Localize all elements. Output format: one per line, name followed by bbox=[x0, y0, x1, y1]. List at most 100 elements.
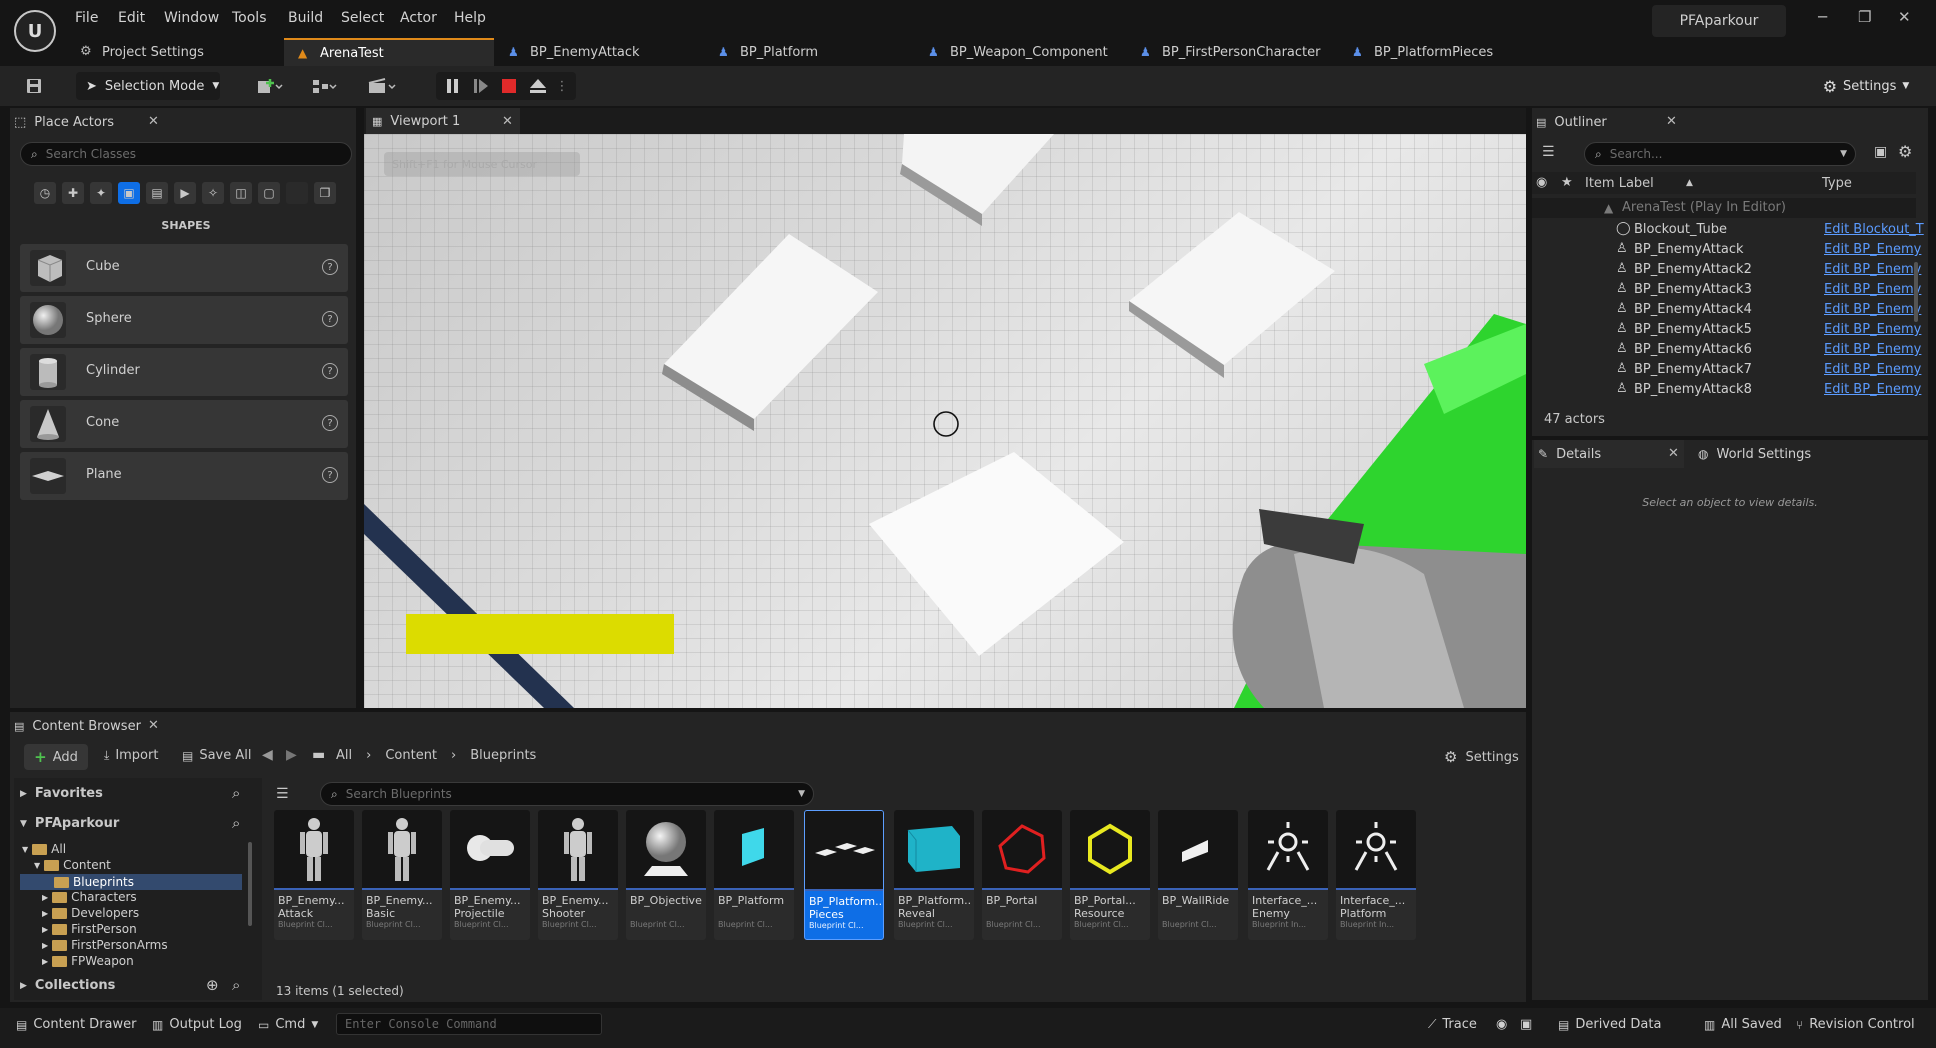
minimize-icon[interactable]: ─ bbox=[1818, 8, 1827, 26]
lights-icon[interactable]: ✦ bbox=[90, 182, 112, 204]
output-log-button[interactable]: ▥ Output Log bbox=[152, 1017, 242, 1032]
help-icon[interactable]: ? bbox=[322, 311, 338, 327]
shape-cone[interactable]: Cone ? bbox=[20, 400, 348, 448]
filter-icon[interactable]: ☰ bbox=[276, 786, 289, 802]
asset-tile[interactable]: BP_Portal Blueprint Cl... bbox=[982, 810, 1062, 940]
edit-type-link[interactable]: Edit BP_Enemy bbox=[1824, 342, 1921, 357]
tree-item-blueprints[interactable]: Blueprints bbox=[20, 874, 242, 890]
asset-tile[interactable]: BP_Enemy... Basic Blueprint Cl... bbox=[362, 810, 442, 940]
edit-type-link[interactable]: Edit BP_Enemy bbox=[1824, 302, 1921, 317]
tree-item-fpweapon[interactable]: ▶ FPWeapon bbox=[42, 954, 134, 968]
edit-type-link[interactable]: Edit BP_Enemy bbox=[1824, 262, 1921, 277]
world-settings-tab[interactable]: ◍ World Settings bbox=[1698, 440, 1848, 468]
outliner-search-input[interactable]: ⌕ Search... ▼ bbox=[1584, 142, 1856, 166]
save-icon[interactable] bbox=[20, 72, 48, 100]
close-icon[interactable]: ✕ bbox=[1666, 114, 1677, 129]
tree-item-firstpersonarms[interactable]: ▶ FirstPersonArms bbox=[42, 938, 168, 952]
search-blueprints-input[interactable]: ⌕ Search Blueprints ▼ bbox=[320, 782, 814, 806]
tree-item-characters[interactable]: ▶ Characters bbox=[42, 890, 137, 904]
settings-button[interactable]: ⚙ Settings ▼ bbox=[1816, 72, 1916, 100]
maximize-icon[interactable]: ❐ bbox=[1858, 8, 1871, 26]
asset-tile[interactable]: Interface_... Platform Blueprint In... bbox=[1336, 810, 1416, 940]
add-collection-icon[interactable]: ⊕ bbox=[206, 976, 219, 994]
menu-actor[interactable]: Actor bbox=[400, 10, 437, 26]
more-options-icon[interactable]: ⋮ bbox=[554, 72, 570, 100]
cinematics-icon[interactable] bbox=[360, 72, 404, 100]
tree-item-all[interactable]: ▼ All bbox=[22, 842, 66, 856]
cinematic-icon[interactable]: ▤ bbox=[146, 182, 168, 204]
eject-icon[interactable] bbox=[526, 72, 550, 100]
screenshot-icon[interactable]: ▣ bbox=[1520, 1017, 1532, 1032]
gear-icon[interactable]: ⚙ bbox=[1898, 142, 1912, 161]
menu-edit[interactable]: Edit bbox=[118, 10, 145, 26]
console-command-input[interactable]: Enter Console Command bbox=[336, 1013, 602, 1035]
close-icon[interactable]: ✕ bbox=[148, 718, 159, 733]
trace-button[interactable]: ⟋ Trace bbox=[1428, 1017, 1477, 1032]
tab-bp-platform[interactable]: ♟ BP_Platform bbox=[704, 38, 914, 66]
menu-help[interactable]: Help bbox=[454, 10, 486, 26]
edit-type-link[interactable]: Edit Blockout_T bbox=[1824, 222, 1924, 237]
add-folder-icon[interactable]: ▣ bbox=[1874, 144, 1887, 160]
tab-bp-enemyattack[interactable]: ♟ BP_EnemyAttack bbox=[494, 38, 704, 66]
add-actor-icon[interactable] bbox=[250, 72, 290, 100]
all-classes-icon[interactable]: ▢ bbox=[258, 182, 280, 204]
asset-tile[interactable]: BP_Platform Blueprint Cl... bbox=[714, 810, 794, 940]
derived-data-button[interactable]: ▤ Derived Data bbox=[1558, 1017, 1661, 1032]
geometry-icon[interactable]: ✧ bbox=[202, 182, 224, 204]
tree-item-content[interactable]: ▼ Content bbox=[34, 858, 111, 872]
search-icon[interactable]: ⌕ bbox=[232, 976, 240, 994]
column-type[interactable]: Type bbox=[1822, 176, 1852, 191]
tab-bp-firstpersoncharacter[interactable]: ♟ BP_FirstPersonCharacter bbox=[1126, 38, 1338, 66]
asset-tile[interactable]: BP_Enemy... Shooter Blueprint Cl... bbox=[538, 810, 618, 940]
edit-type-link[interactable]: Edit BP_Enemy bbox=[1824, 282, 1921, 297]
visibility-icon[interactable]: ◉ bbox=[1536, 175, 1547, 190]
favorites-category-icon[interactable]: ❐ bbox=[314, 182, 336, 204]
empty-slot-icon[interactable] bbox=[286, 182, 308, 204]
close-icon[interactable]: ✕ bbox=[1668, 446, 1679, 461]
outliner-scrollbar[interactable] bbox=[1914, 262, 1918, 322]
outliner-tab[interactable]: ▤ Outliner bbox=[1536, 108, 1676, 136]
edit-type-link[interactable]: Edit BP_Enemy bbox=[1824, 322, 1921, 337]
search-icon[interactable]: ⌕ bbox=[232, 814, 240, 832]
shape-plane[interactable]: Plane ? bbox=[20, 452, 348, 500]
asset-tile[interactable]: BP_Platform... Reveal Blueprint Cl... bbox=[894, 810, 974, 940]
edit-type-link[interactable]: Edit BP_Enemy bbox=[1824, 362, 1921, 377]
skip-frame-icon[interactable] bbox=[470, 72, 492, 100]
project-section[interactable]: ▼ PFAparkour bbox=[20, 816, 119, 831]
level-viewport[interactable]: Shift+F1 for Mouse Cursor bbox=[364, 134, 1526, 708]
close-window-icon[interactable]: ✕ bbox=[1898, 8, 1911, 26]
record-icon[interactable]: ◉ bbox=[1496, 1017, 1507, 1032]
favorites-section[interactable]: ▶ Favorites bbox=[20, 786, 103, 801]
help-icon[interactable]: ? bbox=[322, 467, 338, 483]
visual-effects-icon[interactable]: ▶ bbox=[174, 182, 196, 204]
blueprint-menu-icon[interactable] bbox=[304, 72, 344, 100]
shapes-icon[interactable]: ▣ bbox=[118, 182, 140, 204]
edit-type-link[interactable]: Edit BP_Enemy bbox=[1824, 382, 1921, 397]
volumes-icon[interactable]: ◫ bbox=[230, 182, 252, 204]
collections-section[interactable]: ▶ Collections bbox=[20, 978, 115, 993]
breadcrumb-blueprints[interactable]: Blueprints bbox=[470, 748, 536, 763]
filter-icon[interactable]: ☰ bbox=[1542, 144, 1555, 160]
revision-control-button[interactable]: ⑂ Revision Control bbox=[1796, 1017, 1915, 1032]
asset-tile[interactable]: BP_WallRide Blueprint Cl... bbox=[1158, 810, 1238, 940]
shape-cylinder[interactable]: Cylinder ? bbox=[20, 348, 348, 396]
stop-icon[interactable] bbox=[498, 72, 520, 100]
recent-icon[interactable]: ◷ bbox=[34, 182, 56, 204]
tab-bp-platformpieces[interactable]: ♟ BP_PlatformPieces bbox=[1338, 38, 1538, 66]
details-tab[interactable]: ✎ Details bbox=[1534, 440, 1684, 468]
asset-tile[interactable]: BP_Objective Blueprint Cl... bbox=[626, 810, 706, 940]
edit-type-link[interactable]: Edit BP_Enemy bbox=[1824, 242, 1921, 257]
content-browser-tab[interactable]: ▤ Content Browser bbox=[14, 712, 164, 740]
import-button[interactable]: ⤓ Import bbox=[104, 748, 158, 763]
help-icon[interactable]: ? bbox=[322, 363, 338, 379]
cmd-dropdown[interactable]: ▭ Cmd ▼ bbox=[258, 1017, 318, 1032]
selection-mode-dropdown[interactable]: ➤ Selection Mode ▼ bbox=[76, 72, 220, 100]
content-settings-button[interactable]: ⚙ Settings bbox=[1444, 748, 1519, 766]
search-classes-input[interactable]: ⌕ Search Classes bbox=[20, 142, 352, 166]
menu-window[interactable]: Window bbox=[164, 10, 219, 26]
asset-tile[interactable]: BP_Portal... Resource Blueprint Cl... bbox=[1070, 810, 1150, 940]
asset-tile[interactable]: BP_Enemy... Projectile Blueprint Cl... bbox=[450, 810, 530, 940]
shape-cube[interactable]: Cube ? bbox=[20, 244, 348, 292]
unreal-logo-icon[interactable]: U bbox=[14, 10, 56, 52]
tree-item-developers[interactable]: ▶ Developers bbox=[42, 906, 139, 920]
